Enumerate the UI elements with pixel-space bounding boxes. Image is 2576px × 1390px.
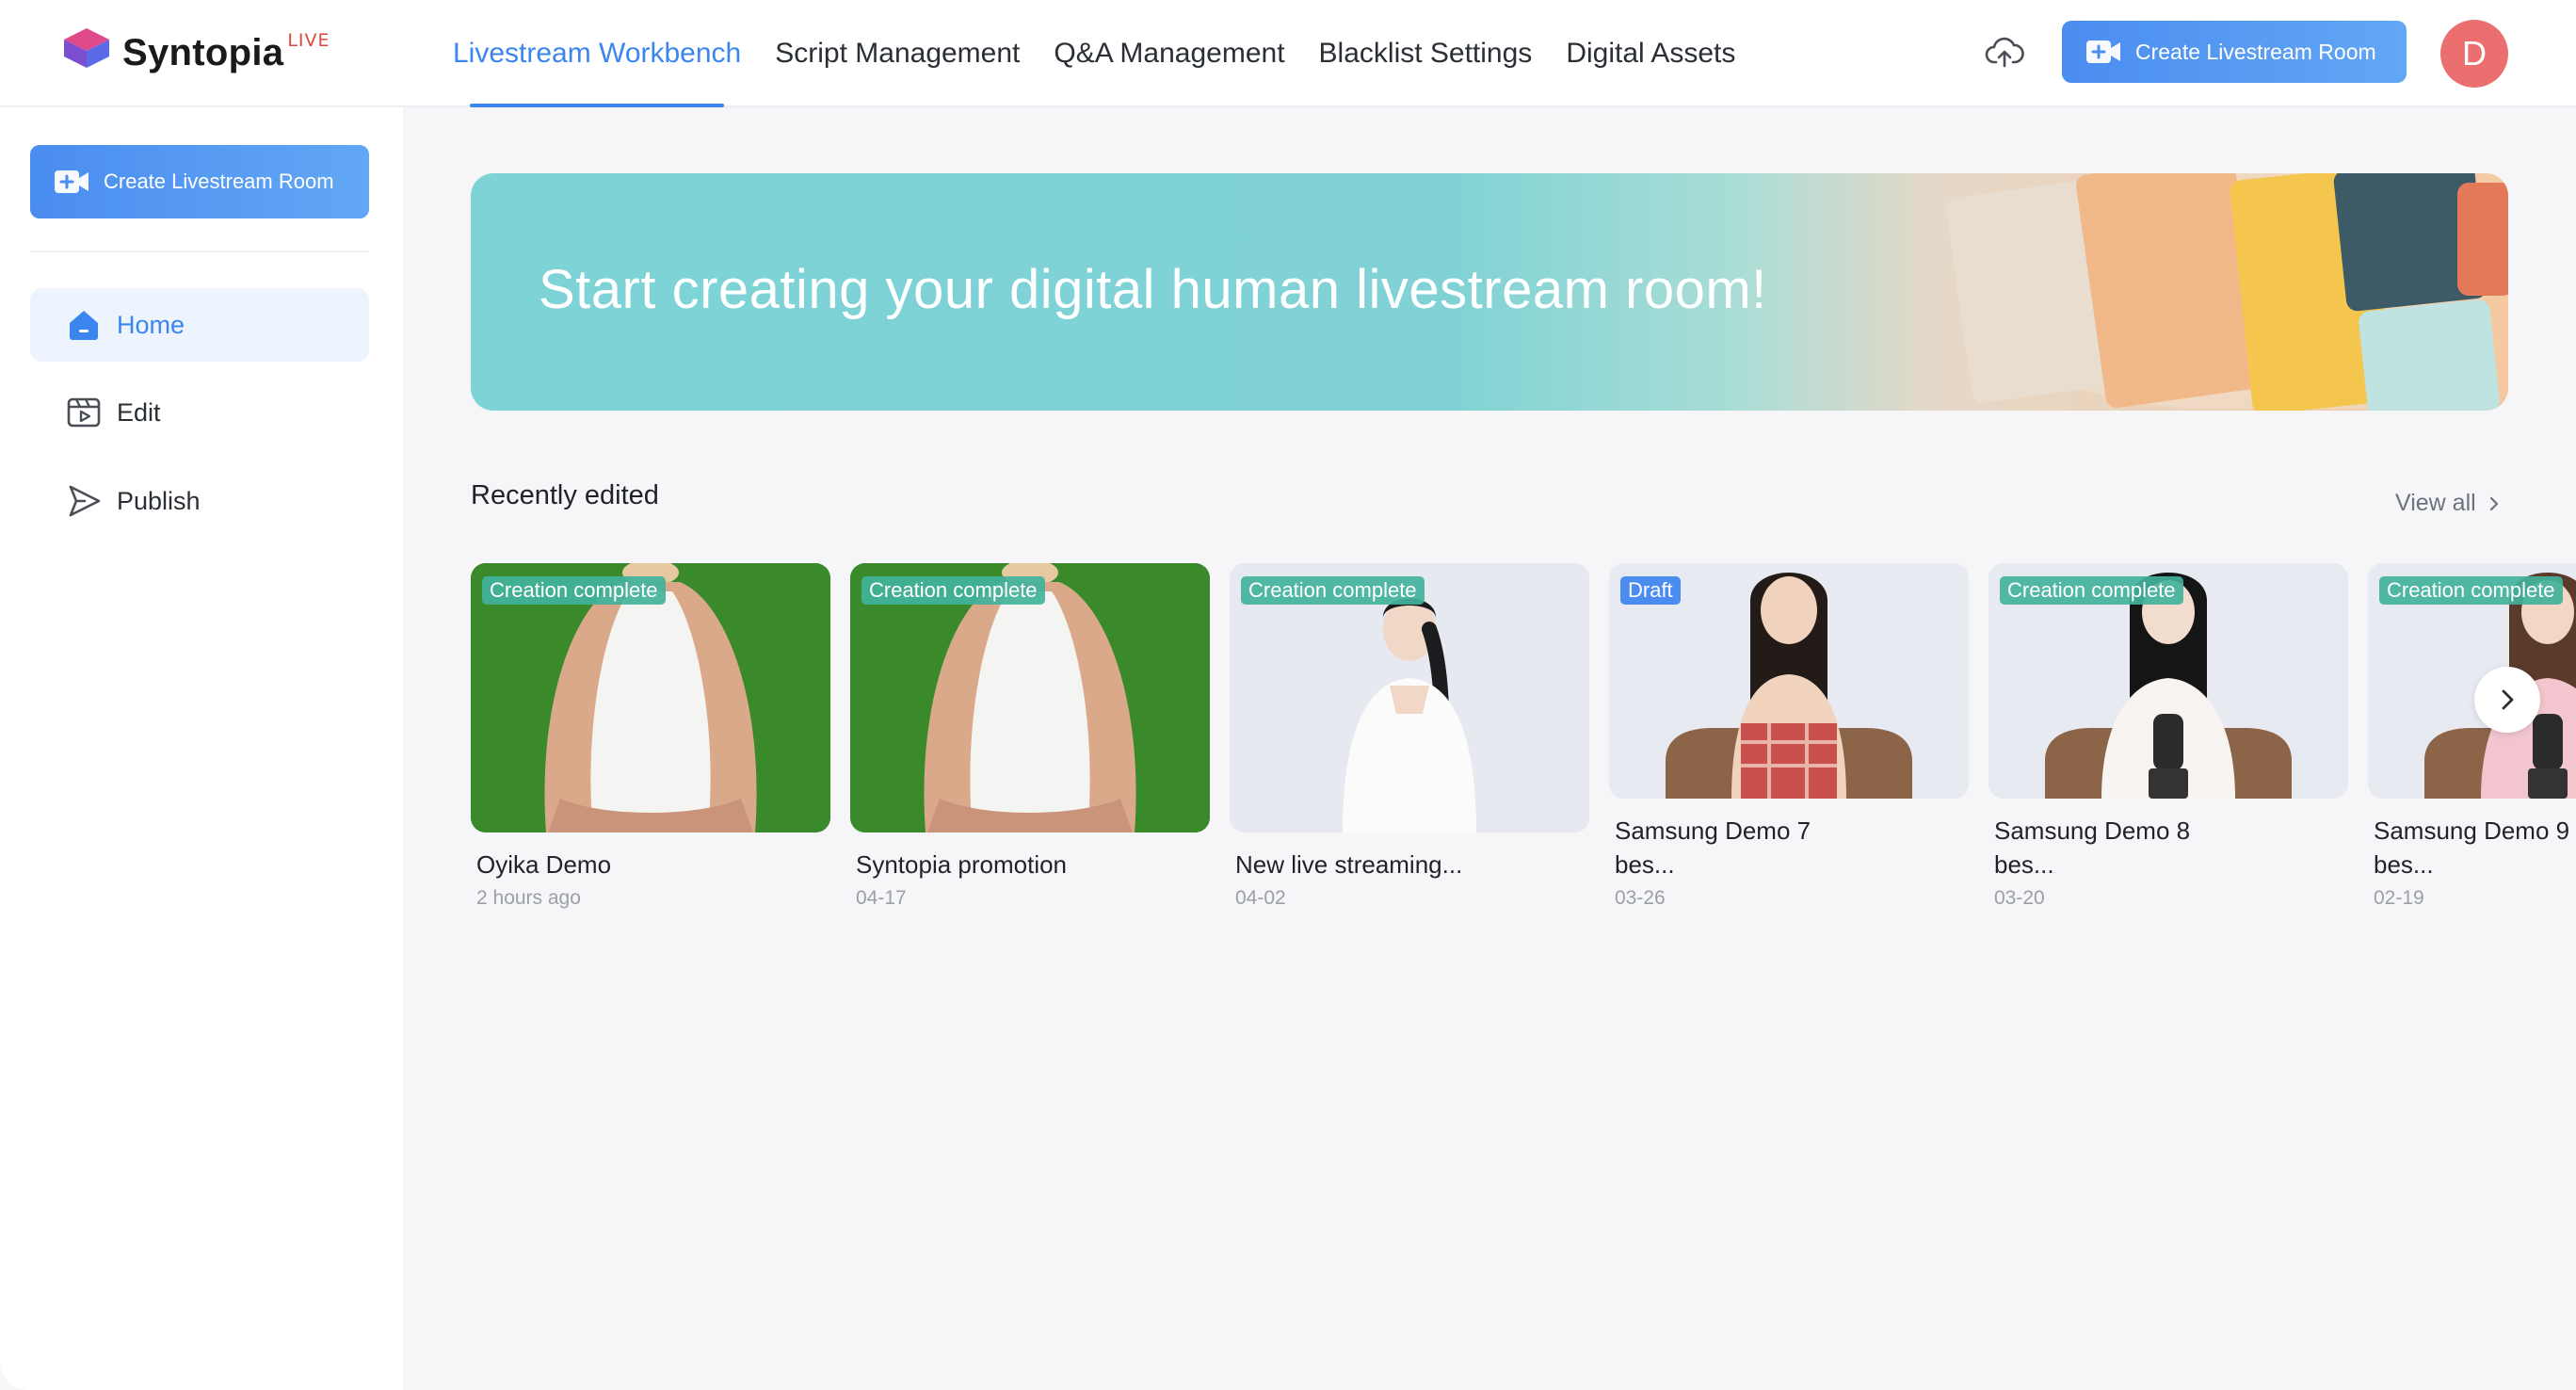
sidebar-create-livestream-room-button[interactable]: Create Livestream Room	[30, 145, 369, 218]
tab-livestream-workbench[interactable]: Livestream Workbench	[453, 0, 741, 107]
logo-text: Syntopia	[122, 32, 284, 73]
sidebar-item-label: Edit	[117, 397, 161, 427]
logo[interactable]: Syntopia LIVE	[60, 24, 330, 74]
sidebar-item-edit[interactable]: Edit	[30, 376, 369, 449]
project-time: 02-19	[2374, 887, 2424, 909]
logo-icon	[64, 28, 109, 68]
project-thumbnail: Creation complete	[1230, 563, 1589, 832]
create-livestream-room-button[interactable]: Create Livestream Room	[2062, 21, 2407, 83]
send-icon	[69, 485, 101, 517]
app-window: Syntopia LIVE Livestream Workbench Scrip…	[0, 0, 2576, 1390]
project-time: 03-20	[1994, 887, 2045, 909]
sidebar-divider	[30, 251, 369, 252]
project-title: Samsung Demo 9 bes...	[2374, 816, 2570, 879]
project-time: 03-26	[1615, 887, 1666, 909]
project-thumbnail: Creation complete	[1988, 563, 2348, 799]
project-thumbnail: Draft	[1609, 563, 1969, 799]
sidebar-item-label: Home	[117, 310, 185, 339]
tab-digital-assets[interactable]: Digital Assets	[1566, 0, 1735, 107]
project-title: New live streaming...	[1235, 850, 1463, 879]
recently-edited-title: Recently edited	[471, 480, 659, 510]
project-card[interactable]: Creation complete Syntopia promotion 04-…	[850, 563, 1210, 910]
project-card[interactable]: Creation complete Oyika Demo 2 hours ago	[471, 563, 830, 910]
tab-qa-management[interactable]: Q&A Management	[1054, 0, 1284, 107]
sidebar-item-label: Publish	[117, 486, 201, 515]
project-title: Samsung Demo 8 bes...	[1994, 816, 2191, 879]
view-all-label: View all	[2395, 490, 2476, 516]
banner-thumbnail	[2358, 299, 2501, 411]
project-title: Syntopia promotion	[856, 850, 1068, 879]
project-card[interactable]: Creation complete Samsung Demo 8 bes... …	[1988, 563, 2348, 910]
tab-blacklist-settings[interactable]: Blacklist Settings	[1319, 0, 1533, 107]
sidebar-create-livestream-room-label: Create Livestream Room	[104, 170, 334, 193]
project-title: Samsung Demo 7 bes...	[1615, 816, 1811, 879]
status-badge: Creation complete	[2000, 576, 2183, 605]
main-nav: Livestream Workbench Script Management Q…	[453, 0, 1769, 107]
top-navbar: Syntopia LIVE Livestream Workbench Scrip…	[0, 0, 2576, 107]
project-thumbnail: Creation complete	[850, 563, 1210, 832]
project-card[interactable]: Creation complete New live streaming... …	[1230, 563, 1589, 910]
banner-thumbnail	[2457, 183, 2508, 296]
home-icon	[70, 311, 98, 340]
status-badge: Creation complete	[2379, 576, 2563, 605]
status-badge: Creation complete	[861, 576, 1045, 605]
video-add-icon	[2086, 40, 2120, 63]
sidebar: Create Livestream Room Home Edit Publish	[0, 107, 403, 1390]
project-time: 04-17	[856, 887, 907, 909]
video-edit-icon	[67, 397, 101, 428]
project-card[interactable]: Draft Samsung Demo 7 bes... 03-26	[1609, 563, 1969, 910]
status-badge: Creation complete	[482, 576, 666, 605]
video-add-icon	[55, 170, 89, 193]
create-livestream-room-label: Create Livestream Room	[2135, 39, 2376, 64]
status-badge: Draft	[1620, 576, 1681, 605]
project-time: 04-02	[1235, 887, 1286, 909]
project-thumbnail: Creation complete	[471, 563, 830, 832]
avatar[interactable]: D	[2440, 20, 2508, 88]
banner-headline: Start creating your digital human livest…	[539, 259, 1767, 320]
status-badge: Creation complete	[1241, 576, 1425, 605]
chevron-right-icon	[2502, 689, 2514, 710]
hero-banner[interactable]: Start creating your digital human livest…	[471, 173, 2508, 411]
carousel-next-button[interactable]	[2474, 667, 2540, 733]
project-time: 2 hours ago	[476, 887, 581, 909]
sidebar-item-home[interactable]: Home	[30, 288, 369, 362]
view-all-link[interactable]: View all	[2395, 490, 2501, 517]
sidebar-item-publish[interactable]: Publish	[30, 464, 369, 538]
tab-script-management[interactable]: Script Management	[775, 0, 1020, 107]
chevron-right-icon	[2489, 496, 2498, 510]
cloud-upload-icon[interactable]	[1985, 34, 2024, 73]
project-title: Oyika Demo	[476, 850, 612, 879]
project-card[interactable]: Creation complete Samsung Demo 9 bes... …	[2368, 563, 2576, 910]
project-thumbnail: Creation complete	[2368, 563, 2576, 799]
logo-live-badge: LIVE	[287, 30, 330, 51]
